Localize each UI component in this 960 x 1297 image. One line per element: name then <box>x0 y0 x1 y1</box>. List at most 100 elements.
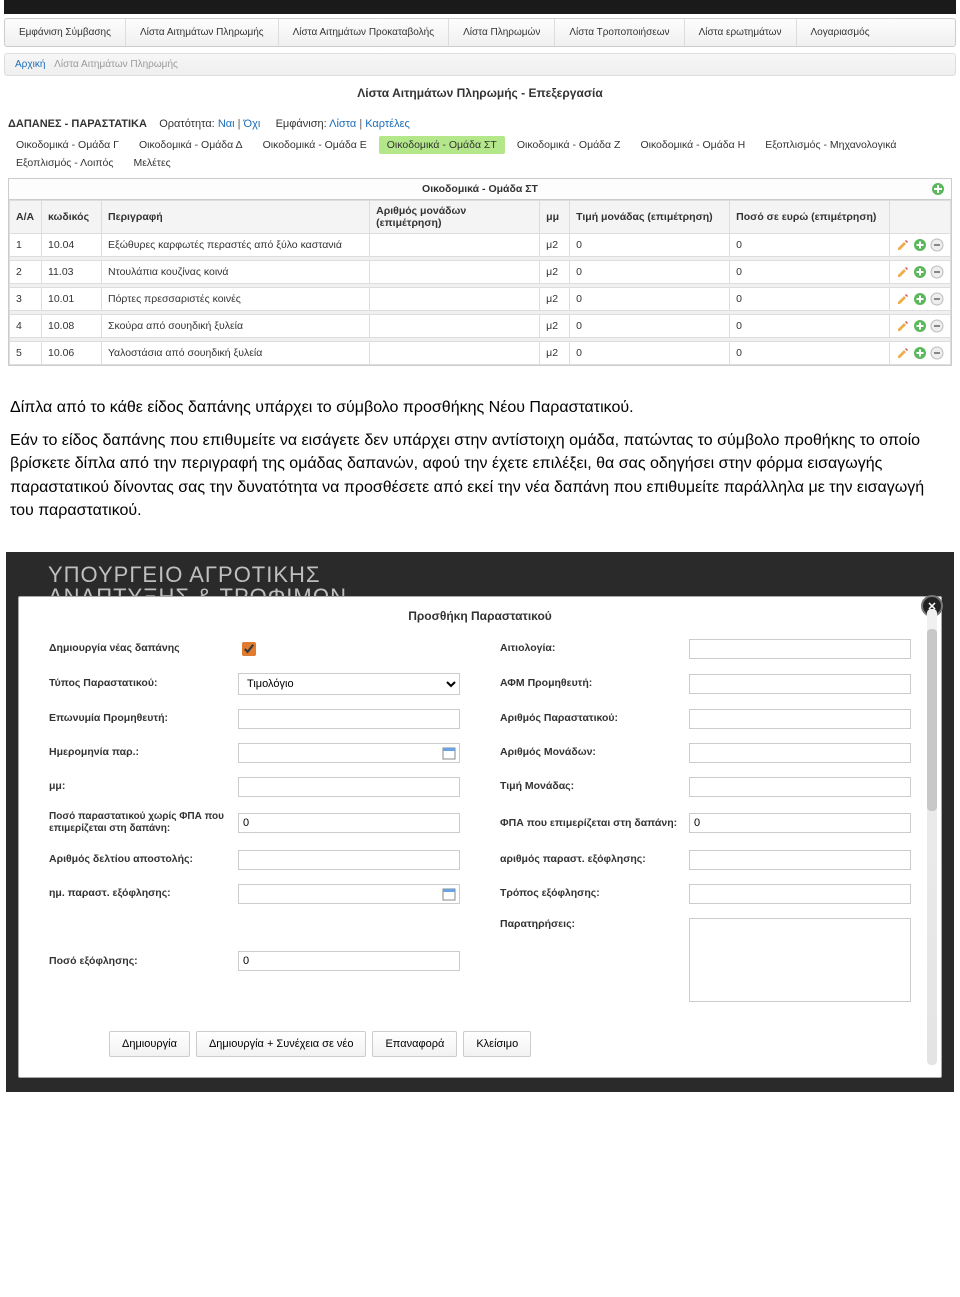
edit-icon[interactable] <box>896 319 910 333</box>
input-mm[interactable] <box>238 777 460 797</box>
th-mm: μμ <box>540 201 570 234</box>
input-doc-no[interactable] <box>689 709 911 729</box>
doc-paragraph-2: Εάν το είδος δαπάνης που επιθυμείτε να ε… <box>10 429 950 522</box>
collapse-icon[interactable] <box>930 319 944 333</box>
cell-code: 10.04 <box>42 234 102 257</box>
cell-mm: μ2 <box>540 342 570 365</box>
close-button[interactable]: Κλείσιμο <box>463 1031 531 1057</box>
input-payoff-date[interactable] <box>238 884 460 904</box>
checkbox-new-expense[interactable] <box>242 642 256 656</box>
add-doc-icon[interactable] <box>913 265 927 279</box>
edit-icon[interactable] <box>896 265 910 279</box>
input-vat[interactable] <box>689 813 911 833</box>
th-descr: Περιγραφή <box>102 201 370 234</box>
cell-code: 10.01 <box>42 288 102 311</box>
ministry-line2: ΑΝΑΠΤΥΞΗΣ & ΤΡΟΦΙΜΩΝ <box>48 586 942 596</box>
nav-item-account[interactable]: Λογαριασμός <box>797 19 884 46</box>
edit-icon[interactable] <box>896 292 910 306</box>
visibility-no[interactable]: Όχι <box>244 118 261 130</box>
ministry-line1: ΥΠΟΥΡΓΕΙΟ ΑΓΡΟΤΙΚΗΣ <box>48 564 942 586</box>
collapse-icon[interactable] <box>930 346 944 360</box>
label-supplier-name: Επωνυμία Προμηθευτή: <box>49 712 238 725</box>
input-payoff-doc-no[interactable] <box>689 850 911 870</box>
label-doc-type: Τύπος Παραστατικού: <box>49 677 238 690</box>
textarea-notes[interactable] <box>689 918 911 1002</box>
nav-item-amendments[interactable]: Λίστα Τροποποιήσεων <box>555 19 684 46</box>
top-nav: Εμφάνιση Σύμβασης Λίστα Αιτημάτων Πληρωμ… <box>4 18 956 47</box>
view-cards[interactable]: Καρτέλες <box>365 118 410 130</box>
add-expense-icon[interactable] <box>931 182 945 196</box>
collapse-icon[interactable] <box>930 265 944 279</box>
cell-descr: Εξώθυρες καρφωτές περαστές από ξύλο καστ… <box>102 234 370 257</box>
edit-icon[interactable] <box>896 346 910 360</box>
tab-group-e[interactable]: Οικοδομικά - Ομάδα Ε <box>255 136 375 154</box>
input-reason[interactable] <box>689 639 911 659</box>
doc-paragraph-1: Δίπλα από το κάθε είδος δαπάνης υπάρχει … <box>10 396 950 419</box>
select-doc-type[interactable]: Τιμολόγιο <box>238 673 460 695</box>
label-mm: μμ: <box>49 780 238 793</box>
table-row: 510.06Υαλοστάσια από σουηδική ξυλείαμ200 <box>10 342 951 365</box>
document-text: Δίπλα από το κάθε είδος δαπάνης υπάρχει … <box>10 396 950 522</box>
input-unit-price[interactable] <box>689 777 911 797</box>
cell-unit-price: 0 <box>570 315 730 338</box>
table-row: 110.04Εξώθυρες καρφωτές περαστές από ξύλ… <box>10 234 951 257</box>
collapse-icon[interactable] <box>930 292 944 306</box>
modal-title: Προσθήκη Παραστατικού <box>49 609 911 623</box>
input-supplier-afm[interactable] <box>689 674 911 694</box>
expenses-table: Α/Α κωδικός Περιγραφή Αριθμός μονάδων (ε… <box>9 200 951 365</box>
edit-icon[interactable] <box>896 238 910 252</box>
reset-button[interactable]: Επαναφορά <box>372 1031 457 1057</box>
input-payoff-method[interactable] <box>689 884 911 904</box>
tab-group-h[interactable]: Οικοδομικά - Ομάδα Η <box>632 136 753 154</box>
view-list[interactable]: Λίστα <box>329 118 356 130</box>
table-title: Οικοδομικά - Ομάδα ΣΤ <box>422 183 538 195</box>
calendar-icon[interactable] <box>442 746 456 763</box>
tab-group-d[interactable]: Οικοδομικά - Ομάδα Δ <box>131 136 251 154</box>
input-supplier-name[interactable] <box>238 709 460 729</box>
section-label: ΔΑΠΑΝΕΣ - ΠΑΡΑΣΤΑΤΙΚΑ <box>8 118 147 130</box>
input-delivery-no[interactable] <box>238 850 460 870</box>
collapse-icon[interactable] <box>930 238 944 252</box>
nav-item-payments[interactable]: Λίστα Πληρωμών <box>449 19 555 46</box>
add-doc-icon[interactable] <box>913 238 927 252</box>
add-doc-icon[interactable] <box>913 346 927 360</box>
label-vat: ΦΠΑ που επιμερίζεται στη δαπάνη: <box>500 817 689 830</box>
table-title-bar: Οικοδομικά - Ομάδα ΣΤ <box>9 179 951 200</box>
add-doc-icon[interactable] <box>913 292 927 306</box>
input-units-no[interactable] <box>689 743 911 763</box>
cell-descr: Πόρτες πρεσσαριστές κοινές <box>102 288 370 311</box>
cell-units <box>370 288 540 311</box>
label-delivery-no: Αριθμός δελτίου αποστολής: <box>49 853 238 866</box>
input-payoff-amount[interactable] <box>238 951 460 971</box>
create-button[interactable]: Δημιουργία <box>109 1031 190 1057</box>
calendar-icon[interactable] <box>442 887 456 904</box>
add-doc-icon[interactable] <box>913 319 927 333</box>
label-doc-no: Αριθμός Παραστατικού: <box>500 712 689 725</box>
create-next-button[interactable]: Δημιουργία + Συνέχεια σε νέο <box>196 1031 367 1057</box>
modal-dialog: ✕ Προσθήκη Παραστατικού Δημιουργία νέας … <box>18 596 942 1078</box>
tab-equip-other[interactable]: Εξοπλισμός - Λοιπός <box>8 154 121 172</box>
label-payoff-method: Τρόπος εξόφλησης: <box>500 887 689 900</box>
visibility-yes[interactable]: Ναι <box>218 118 235 130</box>
nav-item-questions[interactable]: Λίστα ερωτημάτων <box>685 19 797 46</box>
tab-group-g[interactable]: Οικοδομικά - Ομάδα Γ <box>8 136 127 154</box>
nav-item-advance-requests[interactable]: Λίστα Αιτημάτων Προκαταβολής <box>279 19 449 46</box>
cell-mm: μ2 <box>540 315 570 338</box>
scrollbar[interactable] <box>927 609 937 1065</box>
breadcrumb-home[interactable]: Αρχική <box>15 59 45 70</box>
breadcrumb: Αρχική Λίστα Αιτημάτων Πληρωμής <box>4 53 956 76</box>
cell-mm: μ2 <box>540 261 570 284</box>
input-amount-exvat[interactable] <box>238 813 460 833</box>
tab-studies[interactable]: Μελέτες <box>125 154 178 172</box>
label-reason: Αιτιολογία: <box>500 642 689 655</box>
cell-aa: 1 <box>10 234 42 257</box>
input-doc-date[interactable] <box>238 743 460 763</box>
tab-equip-mech[interactable]: Εξοπλισμός - Μηχανολογικά <box>757 136 904 154</box>
tab-group-st[interactable]: Οικοδομικά - Ομάδα ΣΤ <box>379 136 505 154</box>
cell-unit-price: 0 <box>570 342 730 365</box>
tab-group-z[interactable]: Οικοδομικά - Ομάδα Ζ <box>509 136 629 154</box>
nav-item-payment-requests[interactable]: Λίστα Αιτημάτων Πληρωμής <box>126 19 279 46</box>
nav-item-contract[interactable]: Εμφάνιση Σύμβασης <box>5 19 126 46</box>
cell-amount: 0 <box>730 234 890 257</box>
cell-units <box>370 234 540 257</box>
